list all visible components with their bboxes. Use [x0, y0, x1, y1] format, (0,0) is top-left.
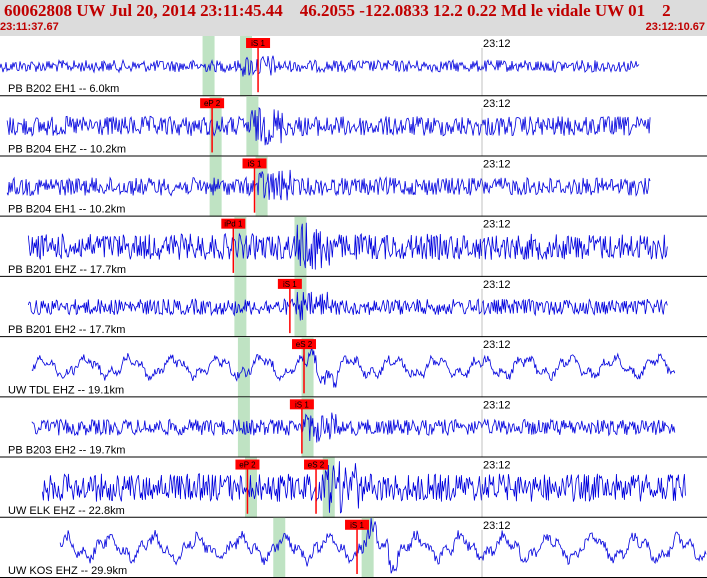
- waveform: [42, 461, 686, 514]
- pick-label: iS 1: [283, 280, 297, 289]
- trace-row[interactable]: iS 1 23:12 PB B203 EH2 -- 19.7km: [0, 397, 707, 458]
- station-label: UW KOS EHZ -- 29.9km: [8, 565, 127, 577]
- trace-row[interactable]: iS 1 23:12 PB B202 EH1 -- 6.0km: [0, 36, 707, 97]
- station-label: UW ELK EHZ -- 22.8km: [8, 505, 125, 517]
- trace-row[interactable]: eS 2 23:12 UW TDL EHZ -- 19.1km: [0, 337, 707, 398]
- minute-label: 23:12: [483, 98, 511, 110]
- minute-label: 23:12: [483, 219, 511, 231]
- minute-label: 23:12: [483, 520, 511, 532]
- pick-label: eS 2: [296, 340, 313, 349]
- waveform: [6, 106, 651, 146]
- pick-label: eS 2: [308, 461, 325, 470]
- waveform: [27, 291, 668, 321]
- minute-label: 23:12: [483, 399, 511, 411]
- waveform: [59, 518, 707, 574]
- trace-row[interactable]: eP 2 23:12 PB B204 EHZ -- 10.2km: [0, 96, 707, 157]
- waveform: [6, 169, 651, 201]
- station-label: PB B203 EH2 -- 19.7km: [8, 445, 125, 457]
- trace-row[interactable]: iS 1 23:12 UW KOS EHZ -- 29.9km: [0, 517, 707, 578]
- trace-row[interactable]: iPd 1 23:12 PB B201 EHZ -- 17.7km: [0, 216, 707, 277]
- pick-label: iS 1: [295, 400, 309, 409]
- trace-row[interactable]: eP 2 eS 2 23:12 UW ELK EHZ -- 22.8km: [0, 457, 707, 518]
- minute-label: 23:12: [483, 339, 511, 351]
- station-label: PB B202 EH1 -- 6.0km: [8, 83, 119, 95]
- waveform: [27, 222, 668, 270]
- minute-label: 23:12: [483, 460, 511, 472]
- station-label: PB B204 EH1 -- 10.2km: [8, 204, 125, 216]
- trace-row[interactable]: iS 1 23:12 PB B204 EH1 -- 10.2km: [0, 156, 707, 217]
- waveform: [31, 347, 676, 388]
- station-label: PB B201 EH2 -- 17.7km: [8, 324, 125, 336]
- minute-label: 23:12: [483, 38, 511, 50]
- minute-label: 23:12: [483, 158, 511, 170]
- pick-window: [237, 337, 250, 398]
- seismogram-panel[interactable]: iS 1 23:12 PB B202 EH1 -- 6.0km eP 2 23:12 PB…: [0, 36, 707, 578]
- station-label: PB B204 EHZ -- 10.2km: [8, 143, 126, 155]
- pick-window: [273, 517, 286, 578]
- pick-label: eP 2: [239, 461, 256, 470]
- pick-label: eP 2: [204, 99, 221, 108]
- minute-label: 23:12: [483, 279, 511, 291]
- pick-label: iPd 1: [224, 220, 243, 229]
- end-time: 23:12:10.67: [645, 21, 705, 33]
- event-title: 60062808 UW Jul 20, 2014 23:11:45.44 46.…: [4, 1, 671, 20]
- pick-label: iS 1: [248, 159, 262, 168]
- station-label: PB B201 EHZ -- 17.7km: [8, 264, 126, 276]
- waveform: [0, 55, 640, 77]
- event-header: 60062808 UW Jul 20, 2014 23:11:45.44 46.…: [0, 0, 707, 36]
- pick-label: iS 1: [251, 39, 265, 48]
- trace-row[interactable]: iS 1 23:12 PB B201 EH2 -- 17.7km: [0, 276, 707, 338]
- start-time: 23:11:37.67: [0, 21, 59, 33]
- station-label: UW TDL EHZ -- 19.1km: [8, 384, 124, 396]
- waveform: [31, 412, 676, 443]
- pick-label: iS 1: [350, 521, 364, 530]
